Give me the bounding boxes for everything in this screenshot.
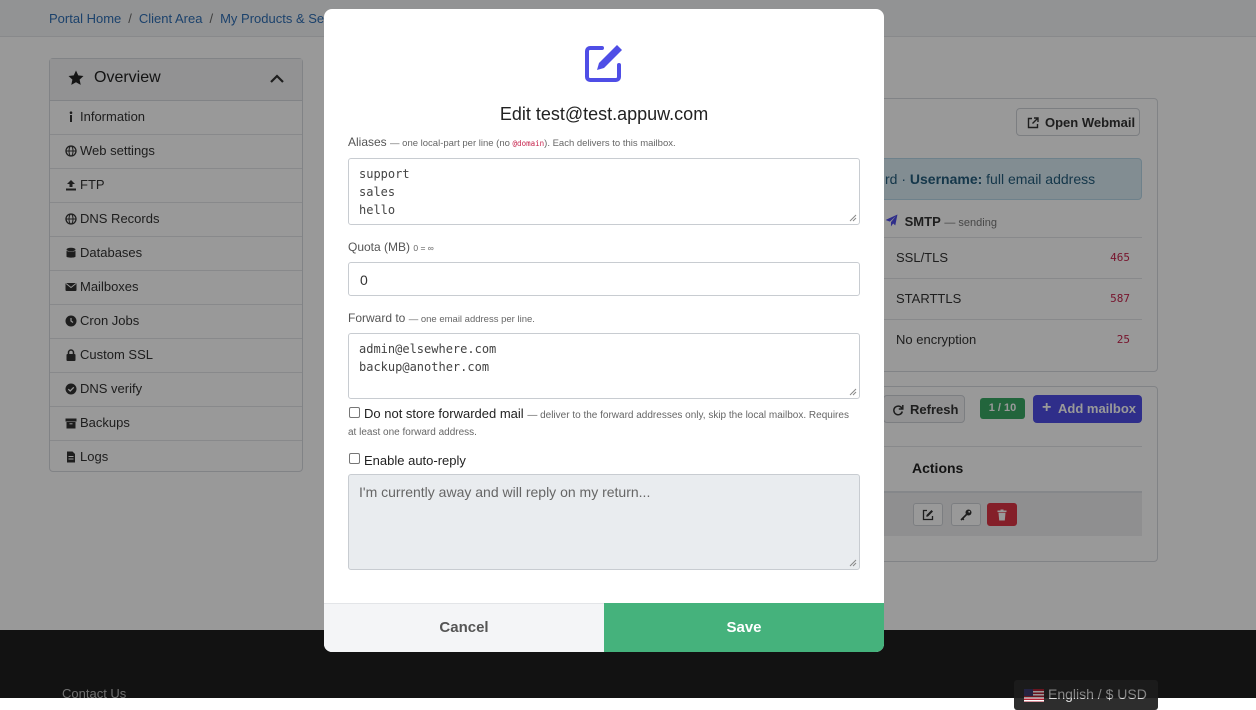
no-store-checkbox[interactable]	[349, 407, 360, 418]
alias-line: sales	[359, 185, 396, 199]
forward-textarea[interactable]: admin@elsewhere.com backup@another.com	[348, 333, 860, 399]
auto-reply-checkbox[interactable]	[349, 453, 360, 464]
quota-input[interactable]: 0	[348, 262, 860, 296]
forward-line: backup@another.com	[359, 360, 490, 374]
aliases-hint-before: — one local-part per line (no	[390, 138, 510, 149]
modal-title: Edit test@test.appuw.com	[499, 104, 709, 124]
forward-hint: — one email address per line.	[408, 314, 535, 325]
resize-handle-icon[interactable]	[849, 214, 857, 222]
forward-line: admin@elsewhere.com	[359, 342, 497, 356]
quota-hint: 0 = ∞	[413, 243, 434, 253]
forward-label: Forward to — one email address per line.	[348, 311, 535, 325]
forward-label-text: Forward to	[348, 311, 406, 325]
quota-label-text: Quota (MB)	[348, 240, 411, 254]
aliases-hint: — one local-part per line (no @domain). …	[390, 138, 676, 149]
aliases-label: Aliases — one local-part per line (no @d…	[348, 135, 676, 149]
alias-line: support	[359, 167, 410, 181]
auto-reply-textarea[interactable]: I'm currently away and will reply on my …	[348, 474, 860, 570]
quota-value: 0	[360, 272, 368, 288]
aliases-hint-code: @domain	[512, 139, 545, 148]
auto-reply-label[interactable]: Enable auto-reply	[364, 453, 466, 468]
no-store-hint: — deliver to the forward addresses only,…	[527, 410, 849, 421]
save-button[interactable]: Save	[604, 603, 884, 652]
edit-mailbox-modal: Edit test@test.appuw.com Aliases — one l…	[324, 9, 884, 652]
aliases-textarea[interactable]: support sales hello	[348, 158, 860, 225]
resize-handle-icon[interactable]	[849, 388, 857, 396]
no-store-hint-continued: at least one forward address.	[348, 427, 477, 438]
auto-reply-placeholder: I'm currently away and will reply on my …	[359, 484, 651, 500]
quota-label: Quota (MB) 0 = ∞	[348, 240, 434, 254]
no-store-label[interactable]: Do not store forwarded mail — deliver to…	[364, 406, 849, 421]
no-store-label-text: Do not store forwarded mail	[364, 406, 524, 421]
edit-icon	[585, 45, 622, 82]
cancel-button[interactable]: Cancel	[324, 603, 604, 652]
alias-line: hello	[359, 203, 396, 217]
aliases-hint-after: ). Each delivers to this mailbox.	[544, 138, 676, 149]
aliases-label-text: Aliases	[348, 135, 387, 149]
modal-footer: Cancel Save	[324, 603, 884, 652]
resize-handle-icon[interactable]	[849, 559, 857, 567]
